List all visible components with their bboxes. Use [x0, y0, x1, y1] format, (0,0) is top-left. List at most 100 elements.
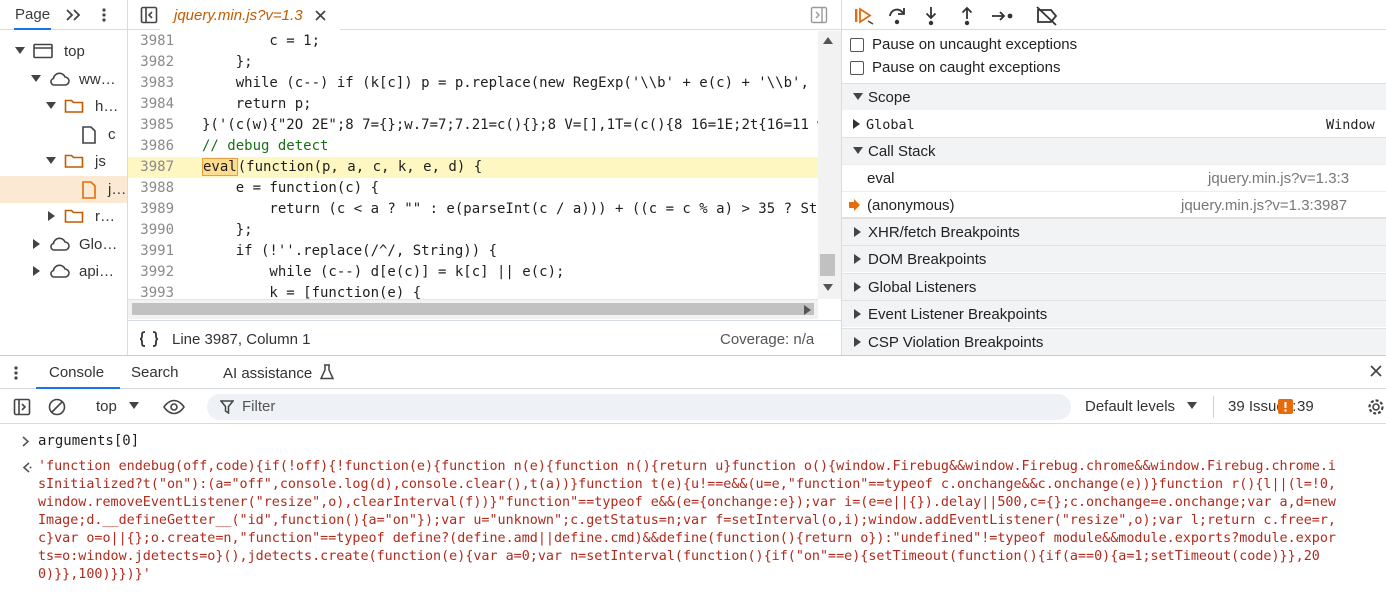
toggle-navigator-icon[interactable]	[140, 6, 158, 24]
call-frame-location[interactable]: jquery.min.js?v=1.3:3987	[1181, 197, 1347, 214]
more-options-icon[interactable]	[100, 7, 108, 23]
caret-right-icon[interactable]	[853, 119, 861, 129]
console-input-message: arguments[0]	[0, 432, 1386, 452]
code-area[interactable]: 3981 c = 1; 3982 }; 3983 while (c--) if …	[128, 31, 818, 299]
tree-item-file-jquery[interactable]: j…	[0, 175, 127, 203]
callstack-section-header[interactable]: Call Stack	[842, 137, 1386, 164]
csp-violation-breakpoints-section[interactable]: CSP Violation Breakpoints	[842, 328, 1386, 355]
pause-caught-label: Pause on caught exceptions	[872, 59, 1061, 76]
callstack-label: Call Stack	[868, 143, 936, 160]
log-levels-select[interactable]: Default levels	[1085, 398, 1198, 415]
editor-tab-jquery[interactable]: jquery.min.js?v=1.3	[160, 0, 340, 30]
clear-console-icon[interactable]	[48, 398, 66, 416]
toggle-debugger-sidebar-icon[interactable]	[810, 6, 828, 24]
line-number[interactable]: 3985	[128, 115, 174, 136]
resume-icon[interactable]	[853, 6, 875, 26]
pause-caught-row[interactable]: Pause on caught exceptions	[842, 54, 1386, 81]
xhr-breakpoints-section[interactable]: XHR/fetch Breakpoints	[842, 218, 1386, 245]
tree-item-api[interactable]: api…	[0, 258, 127, 286]
tree-item-folder-h[interactable]: h…	[0, 93, 127, 121]
issues-count[interactable]: 39	[1297, 398, 1314, 415]
tree-item-folder-js[interactable]: js	[0, 148, 127, 176]
pretty-print-icon[interactable]	[138, 330, 160, 348]
tab-ai-label: AI assistance	[223, 365, 313, 382]
sidebar-toggle-icon[interactable]	[13, 398, 31, 416]
line-number[interactable]: 3986	[128, 136, 174, 157]
step-into-icon[interactable]	[923, 6, 939, 26]
call-frame-eval[interactable]: eval jquery.min.js?v=1.3:3	[842, 164, 1386, 191]
caret-down-icon[interactable]	[15, 47, 25, 55]
active-tab-indicator	[36, 387, 120, 389]
console-input-text: arguments[0]	[38, 433, 140, 449]
pause-uncaught-checkbox[interactable]	[850, 38, 864, 52]
step-over-icon[interactable]	[887, 6, 907, 26]
tree-item-global[interactable]: Glo…	[0, 231, 127, 259]
file-icon	[81, 180, 97, 199]
line-number[interactable]: 3981	[128, 31, 174, 52]
tree-item-folder-r[interactable]: r…	[0, 203, 127, 231]
tab-page[interactable]: Page	[14, 0, 52, 30]
console-output[interactable]: arguments[0] 'function endebug(off,code)…	[0, 424, 1386, 598]
caret-down-icon[interactable]	[46, 102, 56, 110]
chevron-right-icon	[22, 436, 30, 447]
line-number[interactable]: 3991	[128, 241, 174, 262]
caret-down-icon[interactable]	[46, 157, 56, 165]
caret-right-icon[interactable]	[33, 238, 41, 249]
gear-icon[interactable]	[1366, 397, 1386, 417]
caret-right-icon[interactable]	[48, 211, 56, 221]
line-number[interactable]: 3993	[128, 283, 174, 299]
caret-down-icon[interactable]	[31, 74, 41, 83]
tab-ai-assistance[interactable]: AI assistance	[223, 364, 335, 382]
line-number[interactable]: 3990	[128, 220, 174, 241]
caret-right-icon[interactable]	[33, 266, 41, 276]
call-frame-location[interactable]: jquery.min.js?v=1.3:3	[1208, 170, 1349, 187]
dom-breakpoints-section[interactable]: DOM Breakpoints	[842, 245, 1386, 272]
frame-icon	[33, 43, 53, 59]
tree-item-domain[interactable]: ww…	[0, 66, 127, 94]
vertical-scrollbar[interactable]	[818, 31, 841, 299]
cloud-icon	[48, 236, 70, 252]
close-icon[interactable]	[314, 9, 326, 21]
tree-item-label: ww…	[79, 70, 116, 88]
global-scope-value: Window	[1326, 117, 1375, 133]
tree-item-label: Glo…	[79, 235, 118, 253]
close-icon[interactable]	[1370, 365, 1382, 377]
chevron-double-right-icon[interactable]	[64, 7, 82, 23]
line-number[interactable]: 3987	[128, 157, 174, 178]
horizontal-scrollbar[interactable]	[128, 299, 818, 319]
eye-icon[interactable]	[163, 399, 185, 415]
step-icon[interactable]	[991, 6, 1015, 26]
scope-section-header[interactable]: Scope	[842, 83, 1386, 110]
scope-global-row[interactable]: Global Window	[842, 111, 1386, 138]
line-number[interactable]: 3989	[128, 199, 174, 220]
code-line: 3984 return p;	[128, 94, 818, 115]
scrollbar-thumb[interactable]	[132, 303, 814, 315]
console-result-text[interactable]: 'function endebug(off,code){if(!off){!fu…	[38, 458, 1370, 584]
step-out-icon[interactable]	[959, 6, 975, 26]
line-number[interactable]: 3984	[128, 94, 174, 115]
scroll-up-icon[interactable]	[823, 37, 833, 44]
context-select[interactable]: top	[96, 398, 140, 415]
tree-item-top[interactable]: top	[0, 38, 127, 66]
deactivate-breakpoints-icon[interactable]	[1035, 6, 1059, 26]
scroll-down-icon[interactable]	[823, 284, 833, 291]
filter-icon	[220, 400, 234, 414]
line-number[interactable]: 3992	[128, 262, 174, 283]
call-frame-anonymous[interactable]: (anonymous) jquery.min.js?v=1.3:3987	[842, 191, 1386, 218]
tree-item-file-c[interactable]: c	[0, 121, 127, 149]
line-number[interactable]: 3983	[128, 73, 174, 94]
scroll-right-icon[interactable]	[804, 305, 811, 315]
filter-input[interactable]: Filter	[207, 394, 1071, 420]
pause-caught-checkbox[interactable]	[850, 61, 864, 75]
tab-search[interactable]: Search	[131, 364, 179, 381]
line-number[interactable]: 3988	[128, 178, 174, 199]
line-number[interactable]: 3982	[128, 52, 174, 73]
issue-warning-icon[interactable]	[1278, 399, 1293, 414]
code-line: 3990 };	[128, 220, 818, 241]
call-frame-name: eval	[867, 170, 895, 187]
global-listeners-section[interactable]: Global Listeners	[842, 273, 1386, 300]
more-options-icon[interactable]	[13, 365, 19, 381]
event-listener-breakpoints-section[interactable]: Event Listener Breakpoints	[842, 300, 1386, 327]
scrollbar-thumb[interactable]	[820, 254, 835, 276]
tab-console[interactable]: Console	[49, 364, 104, 381]
